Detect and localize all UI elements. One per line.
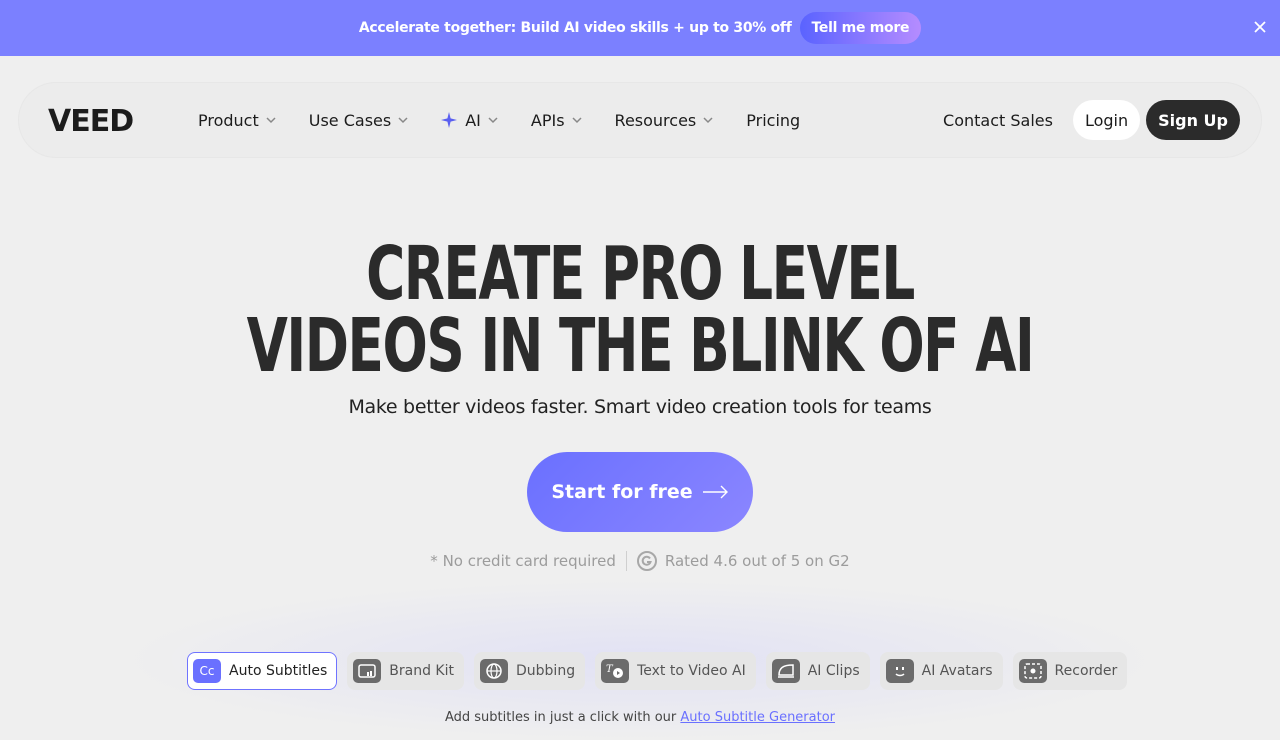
tool-tab-auto-subtitles[interactable]: Cc Auto Subtitles — [187, 652, 338, 690]
promo-banner: Accelerate together: Build AI video skil… — [0, 0, 1280, 56]
auto-subtitle-generator-link[interactable]: Auto Subtitle Generator — [680, 710, 835, 725]
tool-tab-ai-avatars[interactable]: AI Avatars — [879, 652, 1003, 690]
nav-actions: Contact Sales Login Sign Up — [943, 100, 1240, 140]
tool-tab-recorder[interactable]: Recorder — [1012, 652, 1128, 690]
social-proof: * No credit card required Rated 4.6 out … — [0, 551, 1280, 571]
veed-logo[interactable]: VEED — [48, 106, 164, 134]
start-for-free-button[interactable]: Start for free — [527, 452, 753, 532]
close-icon[interactable] — [1250, 17, 1270, 37]
hero-title-line-2: VIDEOS IN THE BLINK OF AI — [246, 303, 1035, 389]
avatar-icon — [885, 659, 914, 683]
brand-kit-icon — [353, 659, 382, 683]
globe-icon — [480, 659, 508, 683]
nav-item-pricing[interactable]: Pricing — [746, 111, 800, 130]
sparkle-icon — [441, 112, 458, 128]
svg-text:VEED: VEED — [48, 106, 133, 134]
chevron-down-icon — [703, 117, 713, 124]
clips-icon — [771, 659, 800, 683]
chevron-down-icon — [266, 117, 276, 124]
cta-label: Start for free — [551, 481, 693, 503]
banner-text: Accelerate together: Build AI video skil… — [358, 20, 792, 36]
nav-item-product[interactable]: Product — [198, 111, 277, 130]
nav-item-apis[interactable]: APIs — [531, 111, 583, 130]
tell-me-more-button[interactable]: Tell me more — [799, 12, 922, 44]
text-video-icon: T — [601, 659, 630, 683]
tool-tab-brand-kit[interactable]: Brand Kit — [347, 652, 464, 690]
rating-text: Rated 4.6 out of 5 on G2 — [664, 552, 850, 570]
nav-item-use-cases[interactable]: Use Cases — [309, 111, 409, 130]
svg-text:T: T — [606, 664, 614, 675]
recorder-icon — [1018, 659, 1047, 683]
chevron-down-icon — [488, 117, 498, 124]
arrow-right-icon — [702, 485, 728, 499]
tool-description: Add subtitles in just a click with our A… — [444, 710, 836, 725]
no-credit-card-text: * No credit card required — [430, 552, 616, 570]
sign-up-button[interactable]: Sign Up — [1146, 100, 1240, 140]
tool-tab-dubbing[interactable]: Dubbing — [474, 652, 586, 690]
login-button[interactable]: Login — [1072, 100, 1141, 140]
hero-title: CREATE PRO LEVEL VIDEOS IN THE BLINK OF … — [179, 231, 1101, 389]
hero-title-line-1: CREATE PRO LEVEL — [366, 231, 915, 317]
g2-icon — [636, 551, 657, 571]
chevron-down-icon — [398, 117, 408, 124]
divider — [625, 551, 627, 571]
nav-item-ai[interactable]: AI — [441, 111, 499, 130]
chevron-down-icon — [572, 117, 582, 124]
hero-subtitle: Make better videos faster. Smart video c… — [348, 396, 932, 418]
tool-tab-ai-clips[interactable]: AI Clips — [765, 652, 870, 690]
main-nav: VEED Product Use Cases AI APIs Resources… — [18, 82, 1262, 158]
tool-tabs: Cc Auto Subtitles Brand Kit Dubbing T Te… — [187, 652, 1137, 690]
cc-icon: Cc — [193, 659, 221, 683]
tool-tab-text-to-video[interactable]: T Text to Video AI — [595, 652, 756, 690]
nav-links: Product Use Cases AI APIs Resources Pric… — [198, 111, 832, 130]
nav-item-resources[interactable]: Resources — [615, 111, 715, 130]
contact-sales-link[interactable]: Contact Sales — [943, 111, 1053, 130]
